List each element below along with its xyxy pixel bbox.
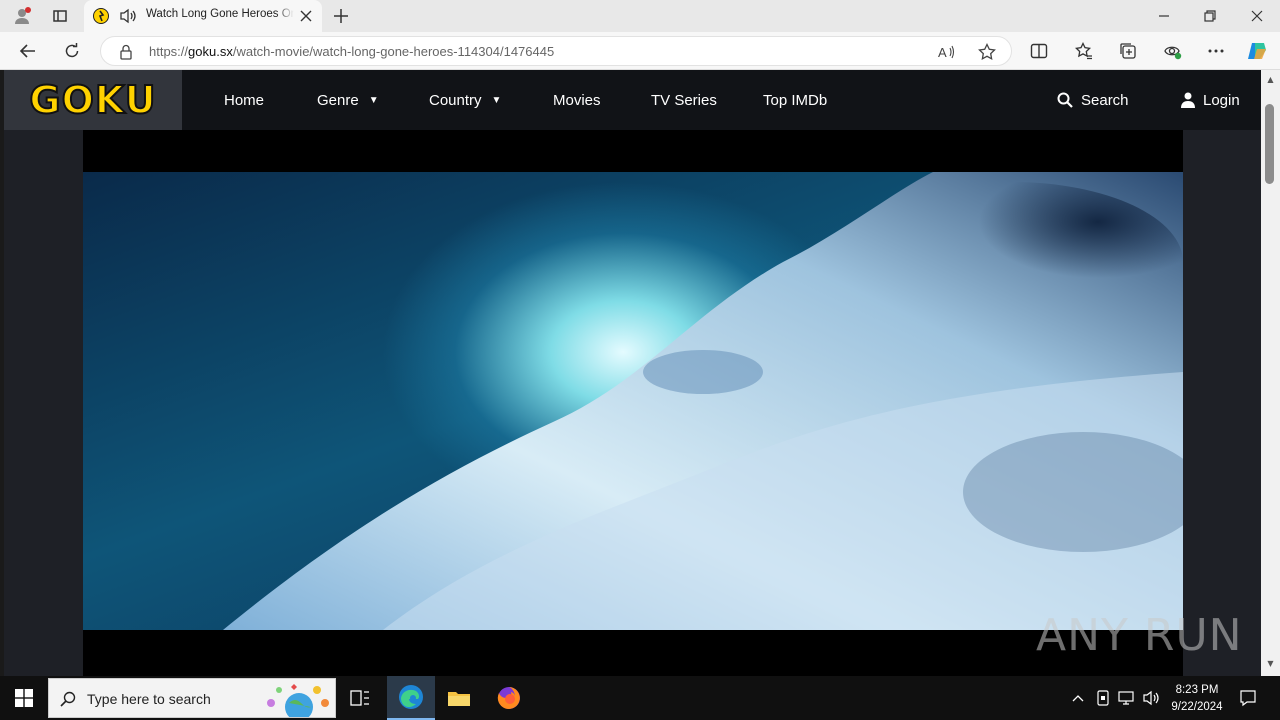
- url-text[interactable]: https://goku.sx/watch-movie/watch-long-g…: [149, 44, 554, 59]
- chevron-down-icon: ▼: [491, 94, 502, 106]
- nav-home[interactable]: Home: [224, 70, 264, 130]
- site-logo[interactable]: GOKU: [4, 70, 182, 130]
- chevron-up-icon[interactable]: [1070, 688, 1086, 708]
- search-icon: [1057, 92, 1073, 108]
- browser-toolbar: https://goku.sx/watch-movie/watch-long-g…: [0, 32, 1280, 70]
- cloud-scene-image: [223, 172, 1183, 630]
- edge-taskbar-icon[interactable]: [387, 676, 435, 720]
- device-icon[interactable]: [1094, 688, 1112, 708]
- nav-genre-label: Genre: [317, 91, 359, 109]
- site-header: GOKU Home Genre ▼ Country ▼ Movies TV Se…: [4, 70, 1261, 130]
- clock-time: 8:23 PM: [1175, 684, 1219, 696]
- more-icon[interactable]: [1204, 40, 1228, 62]
- taskbar-search-box[interactable]: Type here to search: [48, 678, 336, 718]
- lock-icon[interactable]: [117, 43, 135, 61]
- notification-icon[interactable]: [1236, 686, 1260, 710]
- taskbar-search-placeholder: Type here to search: [87, 691, 211, 707]
- browser-tab-active[interactable]: Watch Long Gone Heroes Online: [84, 0, 322, 32]
- page-viewport: GOKU Home Genre ▼ Country ▼ Movies TV Se…: [4, 70, 1261, 676]
- star-icon[interactable]: [975, 42, 999, 62]
- chevron-down-icon: ▼: [368, 94, 379, 106]
- refresh-icon[interactable]: [60, 40, 84, 62]
- close-icon[interactable]: [298, 8, 314, 24]
- browser-tab-bar: Watch Long Gone Heroes Online: [0, 0, 1280, 32]
- video-frame: [83, 172, 1183, 630]
- url-path: /watch-movie/watch-long-gone-heroes-1143…: [232, 44, 555, 59]
- url-domain: goku.sx: [188, 44, 233, 59]
- search-label: Search: [1081, 91, 1129, 109]
- volume-icon[interactable]: [1140, 688, 1162, 708]
- nav-country-label: Country: [429, 91, 482, 109]
- plus-icon[interactable]: [330, 5, 352, 27]
- nav-genre[interactable]: Genre ▼: [317, 70, 379, 130]
- read-aloud-icon[interactable]: A: [935, 42, 959, 62]
- extension-icon[interactable]: [1160, 40, 1184, 62]
- favorites-icon[interactable]: [1072, 40, 1096, 62]
- nav-tv-series-label: TV Series: [651, 91, 717, 109]
- speaker-icon[interactable]: [118, 7, 138, 25]
- page-scrollbar[interactable]: ▲ ▼: [1261, 70, 1280, 676]
- login-button[interactable]: Login: [1181, 70, 1240, 130]
- firefox-icon[interactable]: [494, 685, 524, 711]
- nav-home-label: Home: [224, 91, 265, 109]
- scroll-up-icon[interactable]: ▲: [1265, 74, 1276, 84]
- clock-date: 9/22/2024: [1171, 701, 1223, 713]
- nav-top-imdb-label: Top IMDb: [763, 91, 828, 109]
- svg-text:A: A: [938, 45, 947, 60]
- url-prefix: https://: [149, 44, 189, 59]
- nav-movies-label: Movies: [553, 91, 601, 109]
- nav-country[interactable]: Country ▼: [429, 70, 501, 130]
- tab-actions-icon[interactable]: [48, 6, 72, 26]
- search-highlight-illustration-icon: [261, 681, 333, 717]
- minimize-button[interactable]: [1150, 6, 1178, 26]
- windows-start-icon[interactable]: [0, 676, 48, 720]
- nav-movies[interactable]: Movies: [553, 70, 601, 130]
- search-button[interactable]: Search: [1057, 70, 1129, 130]
- tab-title: Watch Long Gone Heroes Online: [146, 8, 294, 20]
- video-player[interactable]: [83, 130, 1183, 676]
- profile-icon[interactable]: [10, 5, 34, 27]
- search-icon: [59, 690, 77, 708]
- file-explorer-icon[interactable]: [444, 686, 474, 710]
- collections-icon[interactable]: [1116, 40, 1140, 62]
- split-screen-icon[interactable]: [1027, 40, 1051, 62]
- goku-favicon-icon: [92, 7, 110, 25]
- anyrun-watermark: ANY RUN: [1036, 610, 1243, 661]
- windows-taskbar: Type here to search 8:23 PM 9/22/2024: [0, 676, 1280, 720]
- scroll-down-icon[interactable]: ▼: [1265, 658, 1276, 668]
- nav-tv-series[interactable]: TV Series: [651, 70, 717, 130]
- scrollbar-thumb[interactable]: [1265, 104, 1274, 184]
- login-label: Login: [1203, 91, 1240, 109]
- copilot-icon[interactable]: [1244, 40, 1270, 62]
- nav-top-imdb[interactable]: Top IMDb: [763, 70, 827, 130]
- taskbar-clock[interactable]: 8:23 PM 9/22/2024: [1166, 682, 1228, 716]
- task-view-icon[interactable]: [346, 686, 374, 710]
- close-window-button[interactable]: [1243, 6, 1271, 26]
- user-icon: [1181, 92, 1195, 108]
- network-icon[interactable]: [1116, 688, 1136, 708]
- restore-button[interactable]: [1196, 6, 1224, 26]
- logo-text: GOKU: [28, 77, 157, 123]
- address-bar[interactable]: https://goku.sx/watch-movie/watch-long-g…: [100, 36, 1012, 66]
- back-arrow-icon[interactable]: [16, 40, 40, 62]
